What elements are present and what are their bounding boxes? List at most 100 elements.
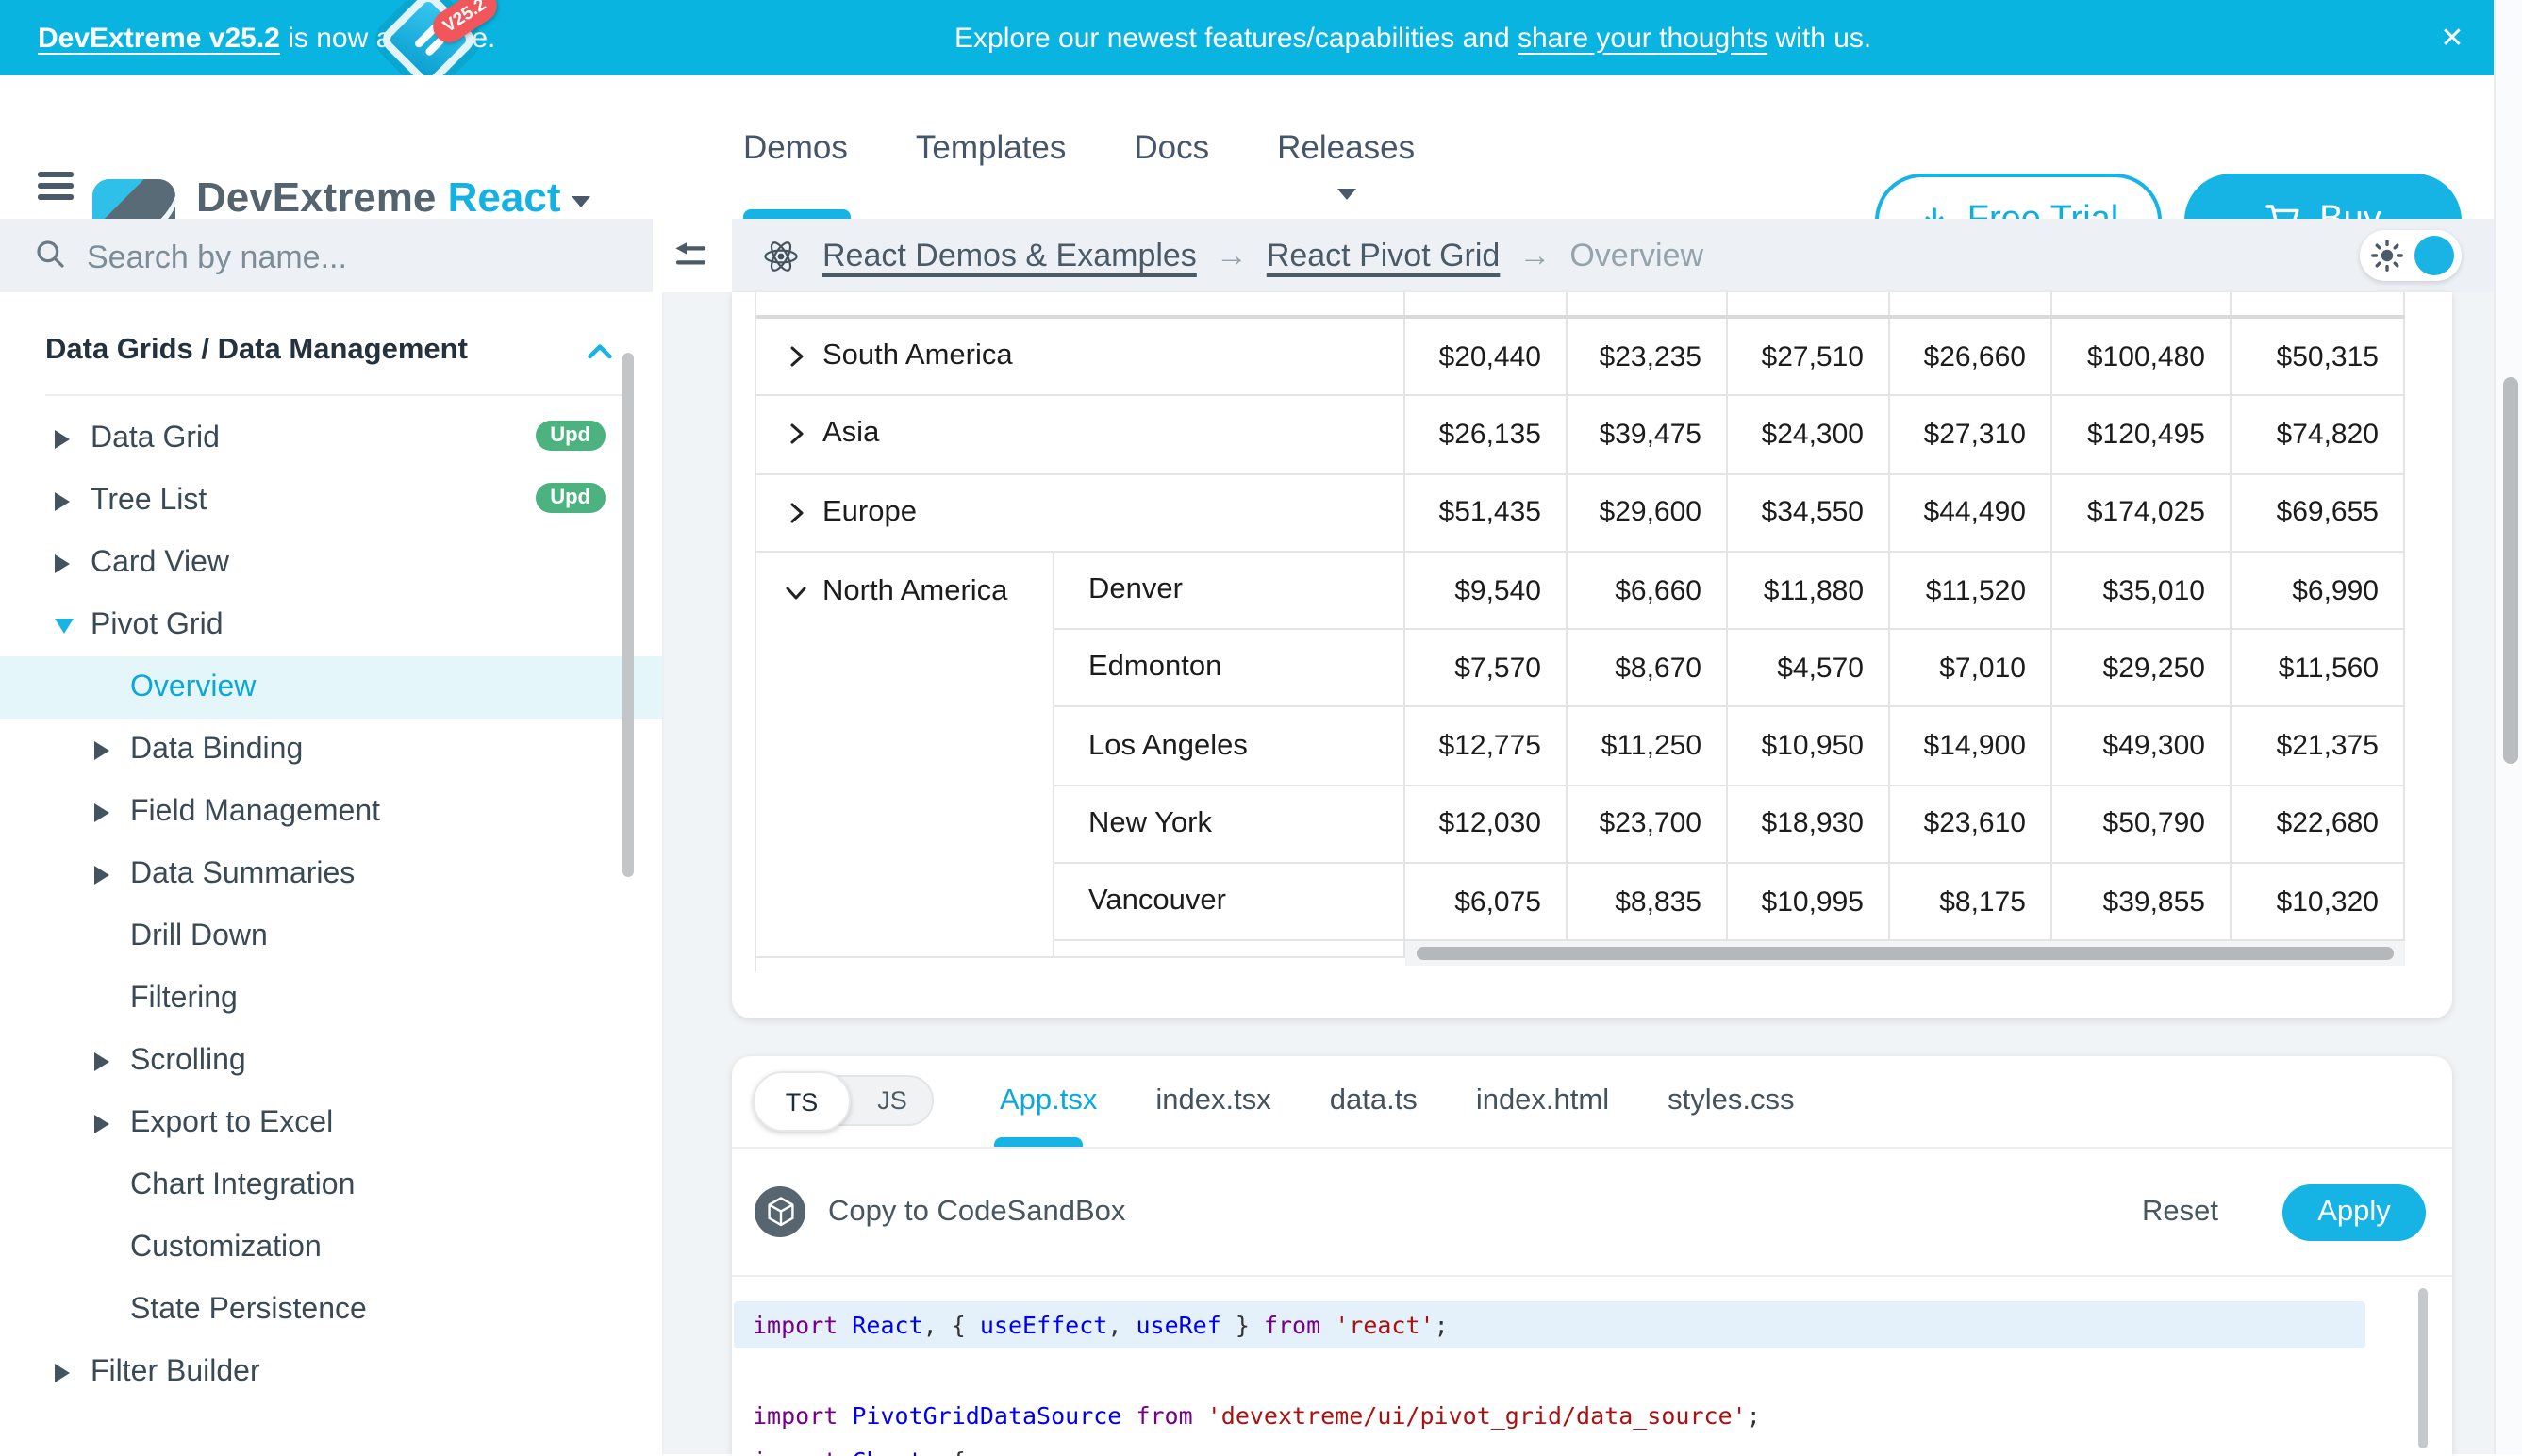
pivot-rowheader-cell[interactable]: South America (756, 319, 1405, 397)
sidebar-item-data-binding[interactable]: Data Binding (0, 719, 662, 781)
sidebar-item-pivot-grid[interactable]: Pivot Grid (0, 594, 662, 656)
pivot-bottom-strip (756, 942, 2405, 972)
nav-item-templates[interactable]: Templates (916, 127, 1067, 167)
chevron-collapsed-icon (94, 802, 113, 821)
sidebar-item-filtering[interactable]: Filtering (0, 968, 662, 1030)
code-line: import Chart, { (734, 1437, 2365, 1456)
collapse-sidebar-icon[interactable] (673, 240, 707, 272)
code-editor: import React, { useEffect, useRef } from… (732, 1277, 2452, 1456)
chevron-collapsed-icon (94, 740, 113, 759)
sidebar-item-field-management[interactable]: Field Management (0, 781, 662, 843)
pivot-value-cell (2052, 292, 2232, 315)
expand-icon[interactable] (785, 423, 807, 446)
copy-to-codesandbox-button[interactable]: Copy to CodeSandBox (828, 1195, 1125, 1229)
code-scrollbar-thumb[interactable] (2418, 1288, 2428, 1448)
search-input[interactable] (83, 226, 638, 289)
nav-item-demos[interactable]: Demos (743, 127, 848, 167)
pivot-value-cell: $10,995 (1728, 864, 1890, 942)
sidebar-item-label: Pivot Grid (91, 608, 224, 642)
pivot-value-cell: $23,235 (1568, 319, 1728, 397)
react-icon (762, 237, 800, 274)
collapse-icon[interactable] (785, 580, 807, 603)
pivot-rowheader-cell[interactable]: Europe (756, 474, 1405, 553)
sidebar-scrollbar-thumb[interactable] (622, 353, 634, 877)
expand-icon[interactable] (785, 501, 807, 523)
sidebar-item-customization[interactable]: Customization (0, 1216, 662, 1279)
pivot-value-cell: $11,250 (1568, 708, 1728, 786)
pivot-value-cell: $51,435 (1405, 474, 1568, 553)
tab-data-ts[interactable]: data.ts (1330, 1084, 1418, 1118)
chevron-up-icon (587, 342, 613, 359)
horizontal-scrollbar[interactable] (1405, 942, 2405, 967)
pivot-value-cell: $10,320 (2232, 864, 2405, 942)
sidebar-item-label: Filter Builder (91, 1355, 260, 1389)
pivot-value-cell: $100,480 (2052, 319, 2232, 397)
banner-close-icon[interactable]: ✕ (2426, 0, 2479, 75)
sidebar-item-filter-builder[interactable]: Filter Builder (0, 1341, 662, 1403)
pivot-value-cell: $120,495 (2052, 397, 2232, 475)
sidebar-item-overview[interactable]: Overview (0, 656, 662, 719)
pivot-value-cell (1890, 292, 2052, 315)
tab-styles-css[interactable]: styles.css (1668, 1084, 1794, 1118)
group-row-label: North America (756, 553, 1053, 631)
sidebar-item-data-grid[interactable]: Data GridUpd (0, 407, 662, 470)
sidebar-item-data-summaries[interactable]: Data Summaries (0, 843, 662, 905)
pivot-rowheader-cell[interactable]: North America (756, 553, 1054, 942)
pivot-rowheader-cell[interactable]: New York (1054, 786, 1405, 865)
sidebar-item-scrolling[interactable]: Scrolling (0, 1030, 662, 1092)
nav-item-docs[interactable]: Docs (1134, 127, 1209, 167)
theme-toggle[interactable] (2360, 230, 2462, 281)
tab-index-html[interactable]: index.html (1476, 1084, 1609, 1118)
pivot-rowheader-cell[interactable]: Vancouver (1054, 864, 1405, 942)
sidebar-item-export-to-excel[interactable]: Export to Excel (0, 1092, 662, 1154)
pivot-row-vancouver: Vancouver$6,075$8,835$10,995$8,175$39,85… (1054, 864, 2405, 942)
breadcrumb-item-react-pivot-grid[interactable]: React Pivot Grid (1267, 237, 1501, 274)
hamburger-menu-icon[interactable] (38, 172, 75, 200)
tab-index-tsx[interactable]: index.tsx (1155, 1084, 1270, 1118)
pivot-value-cell: $8,670 (1568, 630, 1728, 708)
page-scrollbar[interactable] (2494, 0, 2522, 1454)
pivot-value-cell: $12,030 (1405, 786, 1568, 865)
pivot-rowheader-cell[interactable]: Asia (756, 397, 1405, 475)
theme-toggle-knob[interactable] (2414, 236, 2454, 275)
language-toggle[interactable]: TS JS (755, 1075, 934, 1126)
expand-icon[interactable] (785, 345, 807, 368)
pivot-value-cell: $34,550 (1728, 474, 1890, 553)
sidebar-item-chart-integration[interactable]: Chart Integration (0, 1154, 662, 1216)
chevron-expanded-icon (55, 618, 74, 633)
pivot-rowheader-cell[interactable]: Denver (1054, 553, 1405, 631)
sidebar-item-label: Data Grid (91, 422, 220, 455)
sidebar-item-tree-list[interactable]: Tree ListUpd (0, 470, 662, 532)
sidebar-item-card-view[interactable]: Card View (0, 532, 662, 594)
sidebar-item-drill-down[interactable]: Drill Down (0, 905, 662, 968)
sidebar-item-label: Data Summaries (130, 857, 355, 891)
banner-version-link[interactable]: DevExtreme v25.2 (38, 22, 280, 54)
tab-app-tsx[interactable]: App.tsx (1000, 1084, 1097, 1118)
pivot-row-europe: Europe$51,435$29,600$34,550$44,490$174,0… (756, 474, 2405, 553)
apply-button[interactable]: Apply (2282, 1183, 2426, 1240)
row-label: South America (822, 339, 1013, 373)
share-thoughts-link[interactable]: share your thoughts (1518, 22, 1767, 54)
pivot-rowheader-cell[interactable] (756, 292, 1405, 315)
pivot-value-cell: $6,075 (1405, 864, 1568, 942)
page-scrollbar-thumb[interactable] (2502, 377, 2517, 764)
breadcrumb-item-react-demos-examples[interactable]: React Demos & Examples (822, 237, 1197, 274)
sidebar-item-state-persistence[interactable]: State Persistence (0, 1279, 662, 1341)
pivot-rowheader-cell[interactable]: Los Angeles (1054, 708, 1405, 786)
codesandbox-icon[interactable] (755, 1186, 805, 1237)
language-toggle-ts[interactable]: TS (753, 1071, 851, 1132)
sidebar-section-data-visualization[interactable]: Data Visualization (0, 1430, 662, 1454)
pivot-value-cell: $4,570 (1728, 630, 1890, 708)
framework-selector[interactable]: React (448, 174, 561, 221)
pivot-value-cell: $22,680 (2232, 786, 2405, 865)
chevron-collapsed-icon (94, 1051, 113, 1070)
chevron-collapsed-icon (94, 1114, 113, 1133)
sidebar-item-label: Chart Integration (130, 1168, 355, 1202)
framework-chevron-down-icon[interactable] (572, 196, 590, 207)
language-toggle-js[interactable]: JS (851, 1077, 934, 1124)
horizontal-scrollbar-thumb[interactable] (1417, 948, 2394, 961)
nav-item-releases[interactable]: Releases (1277, 127, 1415, 167)
sidebar-section-data-grids[interactable]: Data Grids / Data Management (0, 292, 662, 379)
reset-button[interactable]: Reset (2142, 1195, 2218, 1229)
pivot-rowheader-cell[interactable]: Edmonton (1054, 630, 1405, 708)
